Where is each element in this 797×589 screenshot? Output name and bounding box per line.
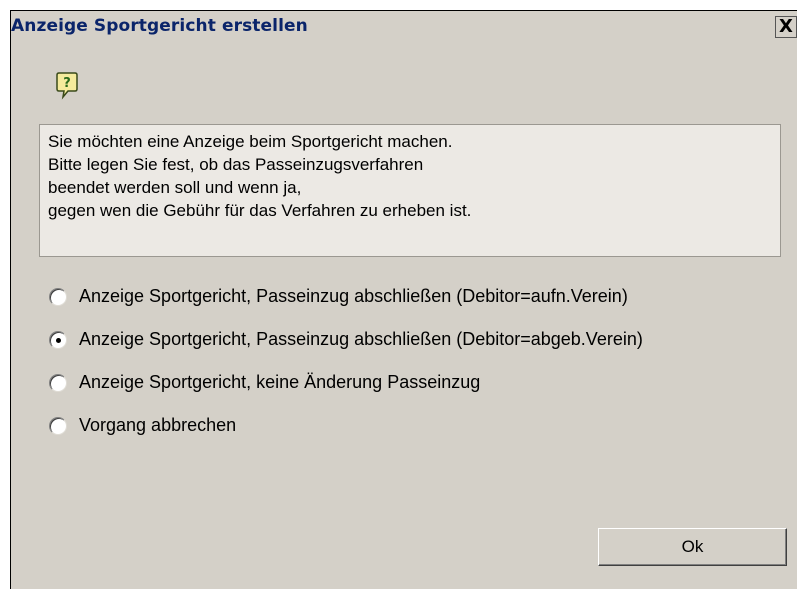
- ok-button[interactable]: Ok: [598, 528, 787, 566]
- close-icon: X: [779, 16, 793, 37]
- message-line: Bitte legen Sie fest, ob das Passeinzugs…: [48, 155, 424, 174]
- radio-button[interactable]: [49, 417, 67, 435]
- title-bar[interactable]: Anzeige Sportgericht erstellen X: [11, 11, 797, 41]
- option-label[interactable]: Anzeige Sportgericht, Passeinzug abschli…: [79, 327, 643, 352]
- message-line: Sie möchten eine Anzeige beim Sportgeric…: [48, 132, 453, 151]
- help-question-icon: ?: [56, 72, 78, 100]
- svg-text:?: ?: [63, 76, 71, 91]
- option-label[interactable]: Anzeige Sportgericht, keine Änderung Pas…: [79, 370, 480, 395]
- message-box: Sie möchten eine Anzeige beim Sportgeric…: [39, 124, 781, 257]
- option-label[interactable]: Anzeige Sportgericht, Passeinzug abschli…: [79, 284, 628, 309]
- message-line: beendet werden soll und wenn ja,: [48, 178, 302, 197]
- radio-button[interactable]: [49, 288, 67, 306]
- dialog-window: Anzeige Sportgericht erstellen X ? Sie m…: [10, 10, 797, 589]
- radio-button-selected[interactable]: [49, 331, 67, 349]
- message-line: gegen wen die Gebühr für das Verfahren z…: [48, 201, 472, 220]
- close-button[interactable]: X: [775, 16, 797, 38]
- dialog-title: Anzeige Sportgericht erstellen: [11, 16, 308, 36]
- radio-button[interactable]: [49, 374, 67, 392]
- option-label[interactable]: Vorgang abbrechen: [79, 413, 236, 438]
